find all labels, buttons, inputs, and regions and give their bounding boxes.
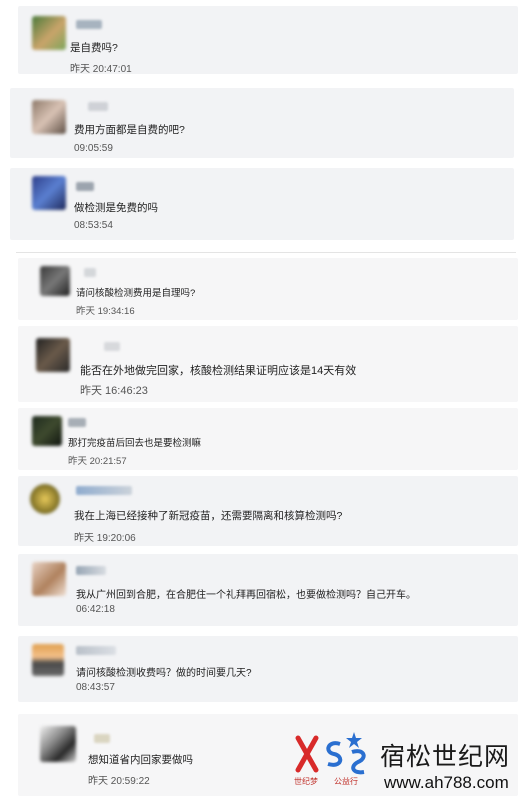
comment-time: 昨天 20:21:57 [68,456,127,467]
username [76,20,102,29]
comment-text: 能否在外地做完回家，核酸检测结果证明应该是14天有效 [80,365,357,377]
username [76,646,116,655]
comment-time: 06:42:18 [76,604,115,615]
comment-time: 昨天 20:59:22 [88,776,150,787]
comment-text: 请问核酸检测收费吗？做的时间要几天? [76,668,252,679]
comment-text: 费用方面都是自费的吧? [74,124,185,136]
divider [16,252,516,253]
avatar [40,266,70,296]
comment-card: 我在上海已经接种了新冠疫苗，还需要隔离和核算检测吗? 昨天 19:20:06 [18,476,518,546]
comment-text: 请问核酸检测费用是自理吗? [76,288,196,299]
username [76,566,106,575]
xss-logo-icon [295,732,366,775]
logo-caption-left: 世纪梦 [294,777,318,786]
comment-time: 昨天 16:46:23 [80,385,148,397]
comment-text: 想知道省内回家要做吗 [88,754,193,766]
comment-text: 我从广州回到合肥，在合肥住一个礼拜再回宿松，也要做检测吗？自己开车。 [76,590,416,601]
comment-time: 08:43:57 [76,682,115,693]
watermark-site-name: 宿松世纪网 [380,742,511,771]
avatar [32,644,64,676]
comment-card: 我从广州回到合肥，在合肥住一个礼拜再回宿松，也要做检测吗？自己开车。 06:42… [18,554,518,626]
avatar [32,176,66,210]
avatar [32,562,66,596]
comment-time: 08:53:54 [74,220,113,231]
username [76,182,94,191]
comment-time: 09:05:59 [74,143,113,154]
avatar [30,484,60,514]
comment-text: 做检测是免费的吗 [74,202,158,214]
avatar [32,16,66,50]
comment-text: 我在上海已经接种了新冠疫苗，还需要隔离和核算检测吗? [74,510,343,522]
avatar [32,416,62,446]
logo-caption-right: 公益行 [334,777,358,786]
avatar [36,338,70,372]
comment-time: 昨天 19:20:06 [74,533,136,544]
comment-card: 能否在外地做完回家，核酸检测结果证明应该是14天有效 昨天 16:46:23 [18,326,518,402]
avatar [32,100,66,134]
watermark-url: www.ah788.com [384,773,509,792]
username [76,486,132,495]
username [84,268,96,277]
comment-text: 那打完疫苗后回去也是要检测嘛 [68,438,202,449]
comment-time: 昨天 19:34:16 [76,306,135,317]
watermark-logo: 世纪梦 公益行 [294,730,374,790]
comment-card: 那打完疫苗后回去也是要检测嘛 昨天 20:21:57 [18,408,518,470]
comment-card: 做检测是免费的吗 08:53:54 [10,168,514,240]
comment-text: 是自费吗? [70,42,118,54]
avatar [40,726,76,762]
comment-time: 昨天 20:47:01 [70,64,132,75]
comment-card: 费用方面都是自费的吧? 09:05:59 [10,88,514,158]
username [94,734,110,743]
comment-card: 请问核酸检测费用是自理吗? 昨天 19:34:16 [18,258,518,320]
username [68,418,86,427]
comment-card: 是自费吗? 昨天 20:47:01 [18,6,518,75]
comment-card: 请问核酸检测收费吗？做的时间要几天? 08:43:57 [18,636,518,702]
username [104,342,120,351]
username [88,102,108,111]
